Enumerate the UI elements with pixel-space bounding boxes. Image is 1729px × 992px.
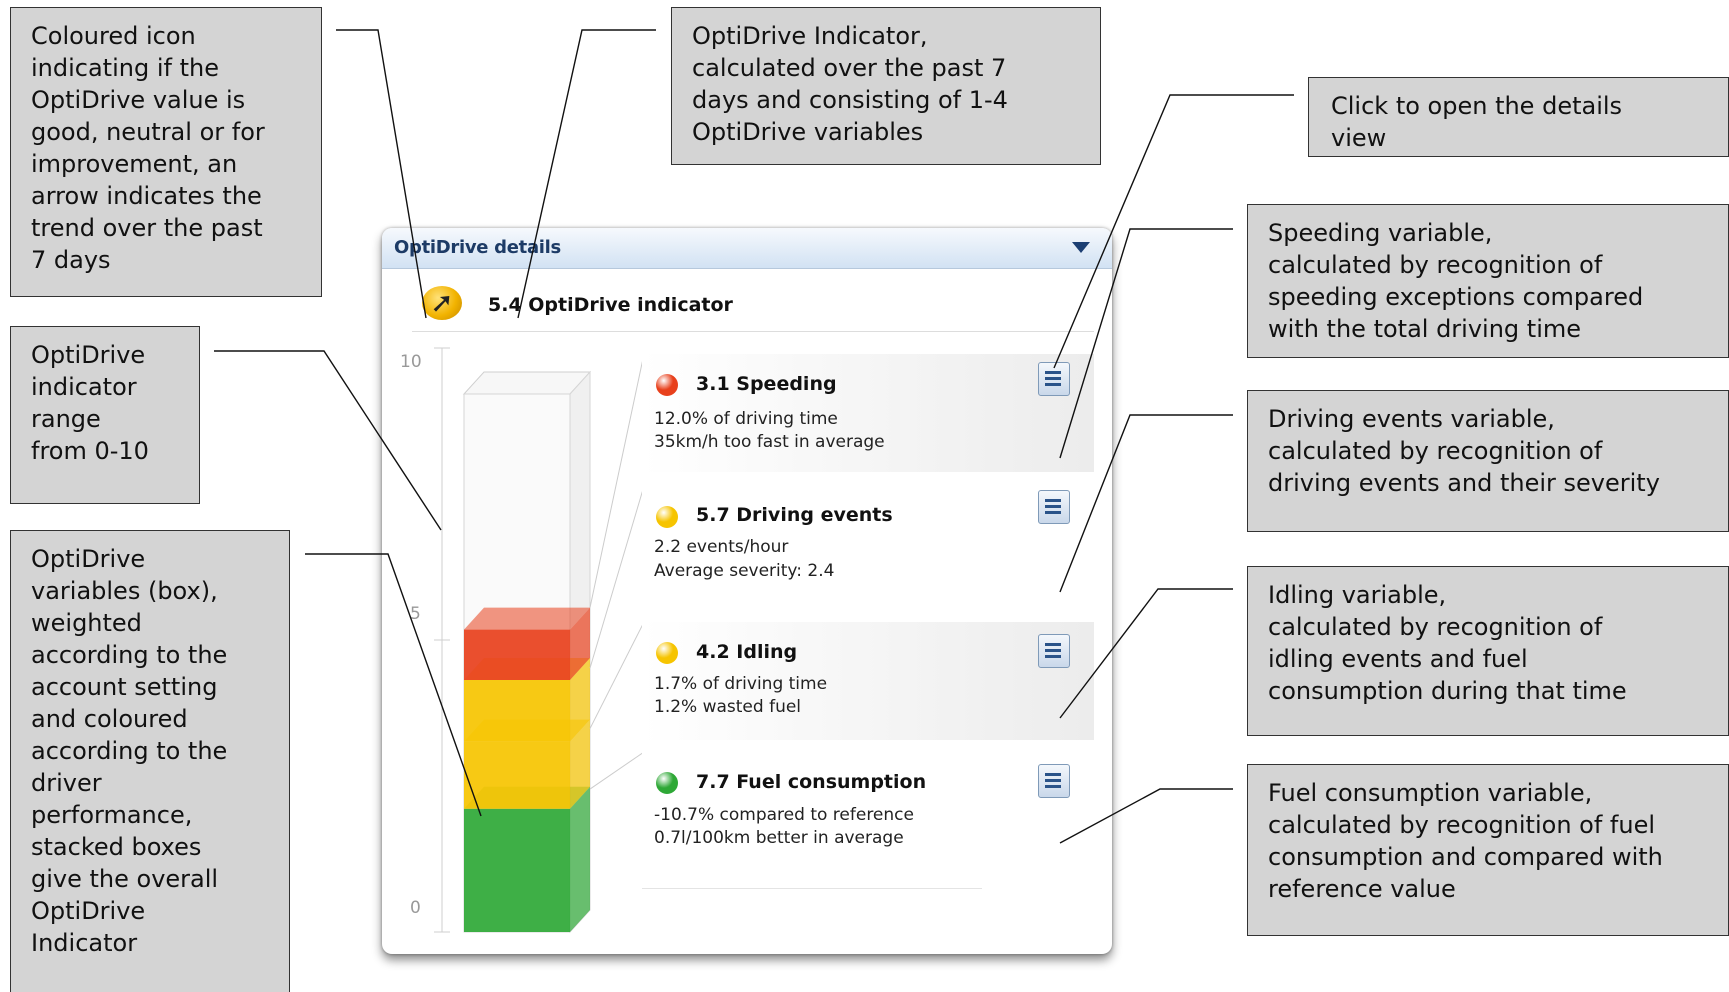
variable-row-idling: 4.2 Idling 1.7% of driving time 1.2% was… [642, 622, 1094, 740]
dropdown-triangle-icon[interactable] [1072, 242, 1090, 253]
callout-speeding: Speeding variable, calculated by recogni… [1247, 204, 1729, 358]
document-list-icon[interactable] [1038, 764, 1070, 798]
variable-title: 3.1 Speeding [696, 373, 837, 395]
divider [642, 888, 982, 889]
variable-detail: 2.2 events/hour [654, 537, 789, 557]
panel-header: OptiDrive details [382, 228, 1112, 269]
stack-segment [464, 629, 570, 680]
variable-row-fuel-consumption: 7.7 Fuel consumption -10.7% compared to … [642, 752, 1094, 870]
variable-detail: 1.2% wasted fuel [654, 697, 802, 717]
stack-segment-side [570, 786, 590, 932]
connector-line [589, 752, 642, 790]
indicator-label: 5.4 OptiDrive indicator [488, 294, 733, 316]
status-dot-green-icon [656, 772, 678, 794]
variable-detail: 12.0% of driving time [654, 409, 838, 429]
stack-segment [464, 741, 570, 809]
callout-range: OptiDrive indicator range from 0-10 [10, 326, 200, 504]
column-top [462, 371, 592, 395]
indicator-stack-chart [434, 347, 642, 934]
variable-detail: 35km/h too fast in average [654, 432, 885, 452]
callout-idling: Idling variable, calculated by recogniti… [1247, 566, 1729, 736]
variable-title: 7.7 Fuel consumption [696, 771, 927, 793]
variable-detail: 1.7% of driving time [654, 674, 828, 694]
callout-fuel: Fuel consumption variable, calculated by… [1247, 764, 1729, 936]
connector-line [589, 360, 642, 608]
variable-title: 5.7 Driving events [696, 504, 893, 526]
callout-icon: Coloured icon indicating if the OptiDriv… [10, 7, 322, 297]
callout-details: Click to open the details view [1308, 77, 1729, 157]
document-list-icon[interactable] [1038, 362, 1070, 396]
variable-title: 4.2 Idling [696, 641, 798, 663]
status-dot-yellow-icon [656, 506, 678, 528]
panel-title: OptiDrive details [394, 237, 561, 258]
variable-row-speeding: 3.1 Speeding 12.0% of driving time 35km/… [642, 354, 1094, 472]
variable-row-driving-events: 5.7 Driving events 2.2 events/hour Avera… [642, 486, 1094, 604]
connector-line [589, 624, 642, 729]
variable-detail: 0.7l/100km better in average [654, 828, 904, 848]
stack-segment [464, 680, 570, 742]
stack-segment [464, 808, 570, 932]
callout-events: Driving events variable, calculated by r… [1247, 390, 1729, 532]
document-list-icon[interactable] [1038, 490, 1070, 524]
callout-indicator: OptiDrive Indicator, calculated over the… [671, 7, 1101, 165]
trend-arrow-icon: ➚ [422, 286, 462, 320]
document-list-icon[interactable] [1038, 634, 1070, 668]
optidrive-details-panel: OptiDrive details ➚ 5.4 OptiDrive indica… [382, 228, 1112, 954]
variable-detail: -10.7% compared to reference [654, 805, 914, 825]
callout-box: OptiDrive variables (box), weighted acco… [10, 530, 290, 992]
stack-segment-top [464, 607, 590, 630]
variable-detail: Average severity: 2.4 [654, 561, 835, 581]
status-dot-yellow-icon [656, 642, 678, 664]
status-dot-red-icon [656, 374, 678, 396]
